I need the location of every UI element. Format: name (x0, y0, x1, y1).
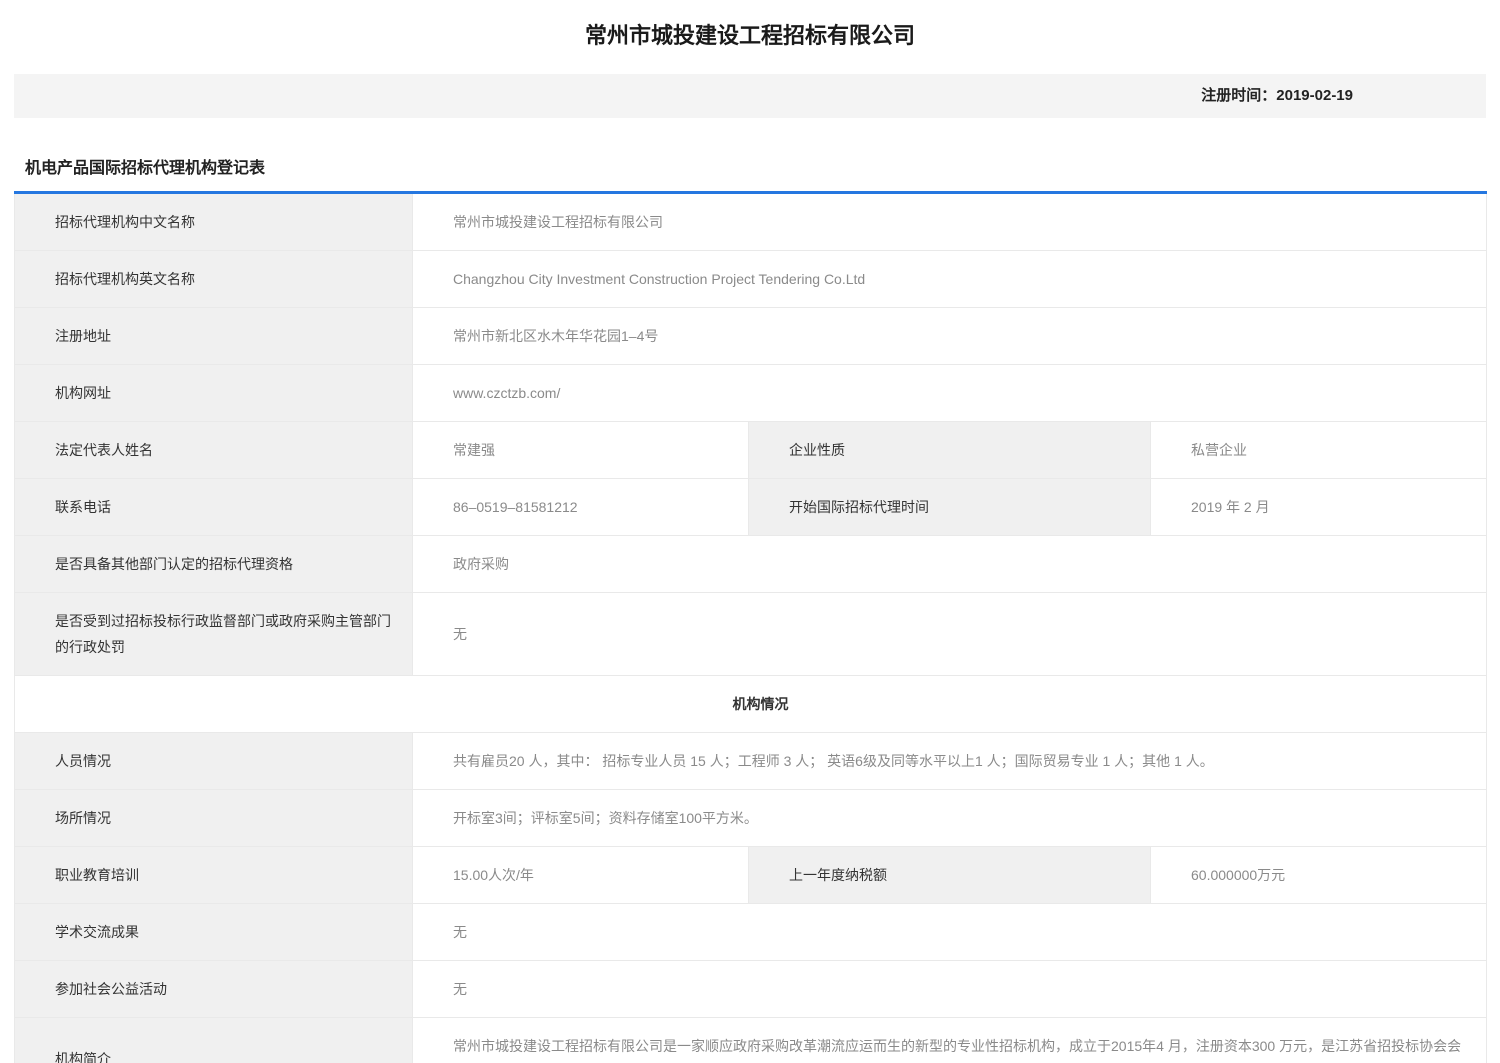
row-value: 86–0519–81581212 (413, 479, 749, 536)
row-label: 企业性质 (749, 422, 1151, 479)
table-row: 机构情况 (15, 676, 1487, 733)
page: 常州市城投建设工程招标有限公司 注册时间：2019-02-19 机电产品国际招标… (0, 0, 1500, 1063)
table-row: 联系电话86–0519–81581212开始国际招标代理时间2019 年 2 月 (15, 479, 1487, 536)
table-row: 招标代理机构英文名称Changzhou City Investment Cons… (15, 251, 1487, 308)
row-label: 是否具备其他部门认定的招标代理资格 (15, 536, 413, 593)
row-value: 开标室3间；评标室5间；资料存储室100平方米。 (413, 790, 1487, 847)
row-label: 是否受到过招标投标行政监督部门或政府采购主管部门的行政处罚 (15, 593, 413, 676)
row-value: 无 (413, 593, 1487, 676)
table-row: 法定代表人姓名常建强企业性质私营企业 (15, 422, 1487, 479)
row-value: 无 (413, 961, 1487, 1018)
section-title: 机电产品国际招标代理机构登记表 (14, 154, 1486, 178)
table-row: 注册地址常州市新北区水木年华花园1–4号 (15, 308, 1487, 365)
row-label: 法定代表人姓名 (15, 422, 413, 479)
row-label: 职业教育培训 (15, 847, 413, 904)
row-value: 60.000000万元 (1151, 847, 1487, 904)
section-row-title: 机构情况 (15, 676, 1487, 733)
table-row: 场所情况开标室3间；评标室5间；资料存储室100平方米。 (15, 790, 1487, 847)
row-value: 政府采购 (413, 536, 1487, 593)
page-title: 常州市城投建设工程招标有限公司 (14, 0, 1486, 74)
table-row: 学术交流成果无 (15, 904, 1487, 961)
row-value: 常州市城投建设工程招标有限公司 (413, 193, 1487, 251)
table-row: 机构简介常州市城投建设工程招标有限公司是一家顺应政府采购改革潮流应运而生的新型的… (15, 1018, 1487, 1063)
row-label: 机构简介 (15, 1018, 413, 1063)
table-row: 参加社会公益活动无 (15, 961, 1487, 1018)
row-label: 人员情况 (15, 733, 413, 790)
table-row: 人员情况共有雇员20 人，其中： 招标专业人员 15 人；工程师 3 人； 英语… (15, 733, 1487, 790)
row-value: 2019 年 2 月 (1151, 479, 1487, 536)
row-value: 15.00人次/年 (413, 847, 749, 904)
row-label: 注册地址 (15, 308, 413, 365)
table-row: 是否受到过招标投标行政监督部门或政府采购主管部门的行政处罚无 (15, 593, 1487, 676)
register-time-bar: 注册时间：2019-02-19 (14, 74, 1486, 118)
row-label: 参加社会公益活动 (15, 961, 413, 1018)
table-row: 招标代理机构中文名称常州市城投建设工程招标有限公司 (15, 193, 1487, 251)
row-value: 无 (413, 904, 1487, 961)
registration-table: 招标代理机构中文名称常州市城投建设工程招标有限公司招标代理机构英文名称Chang… (14, 191, 1487, 1063)
row-value: 常州市城投建设工程招标有限公司是一家顺应政府采购改革潮流应运而生的新型的专业性招… (413, 1018, 1487, 1063)
row-value: www.czctzb.com/ (413, 365, 1487, 422)
row-value: Changzhou City Investment Construction P… (413, 251, 1487, 308)
row-label: 招标代理机构英文名称 (15, 251, 413, 308)
table-row: 职业教育培训15.00人次/年上一年度纳税额60.000000万元 (15, 847, 1487, 904)
row-label: 上一年度纳税额 (749, 847, 1151, 904)
row-value: 私营企业 (1151, 422, 1487, 479)
table-row: 是否具备其他部门认定的招标代理资格政府采购 (15, 536, 1487, 593)
row-value: 常建强 (413, 422, 749, 479)
row-label: 场所情况 (15, 790, 413, 847)
row-label: 招标代理机构中文名称 (15, 193, 413, 251)
row-value: 共有雇员20 人，其中： 招标专业人员 15 人；工程师 3 人； 英语6级及同… (413, 733, 1487, 790)
row-label: 学术交流成果 (15, 904, 413, 961)
row-label: 联系电话 (15, 479, 413, 536)
register-time-label: 注册时间： (1201, 87, 1276, 104)
row-label: 机构网址 (15, 365, 413, 422)
register-time-value: 2019-02-19 (1276, 87, 1353, 104)
table-row: 机构网址www.czctzb.com/ (15, 365, 1487, 422)
row-label: 开始国际招标代理时间 (749, 479, 1151, 536)
row-value: 常州市新北区水木年华花园1–4号 (413, 308, 1487, 365)
